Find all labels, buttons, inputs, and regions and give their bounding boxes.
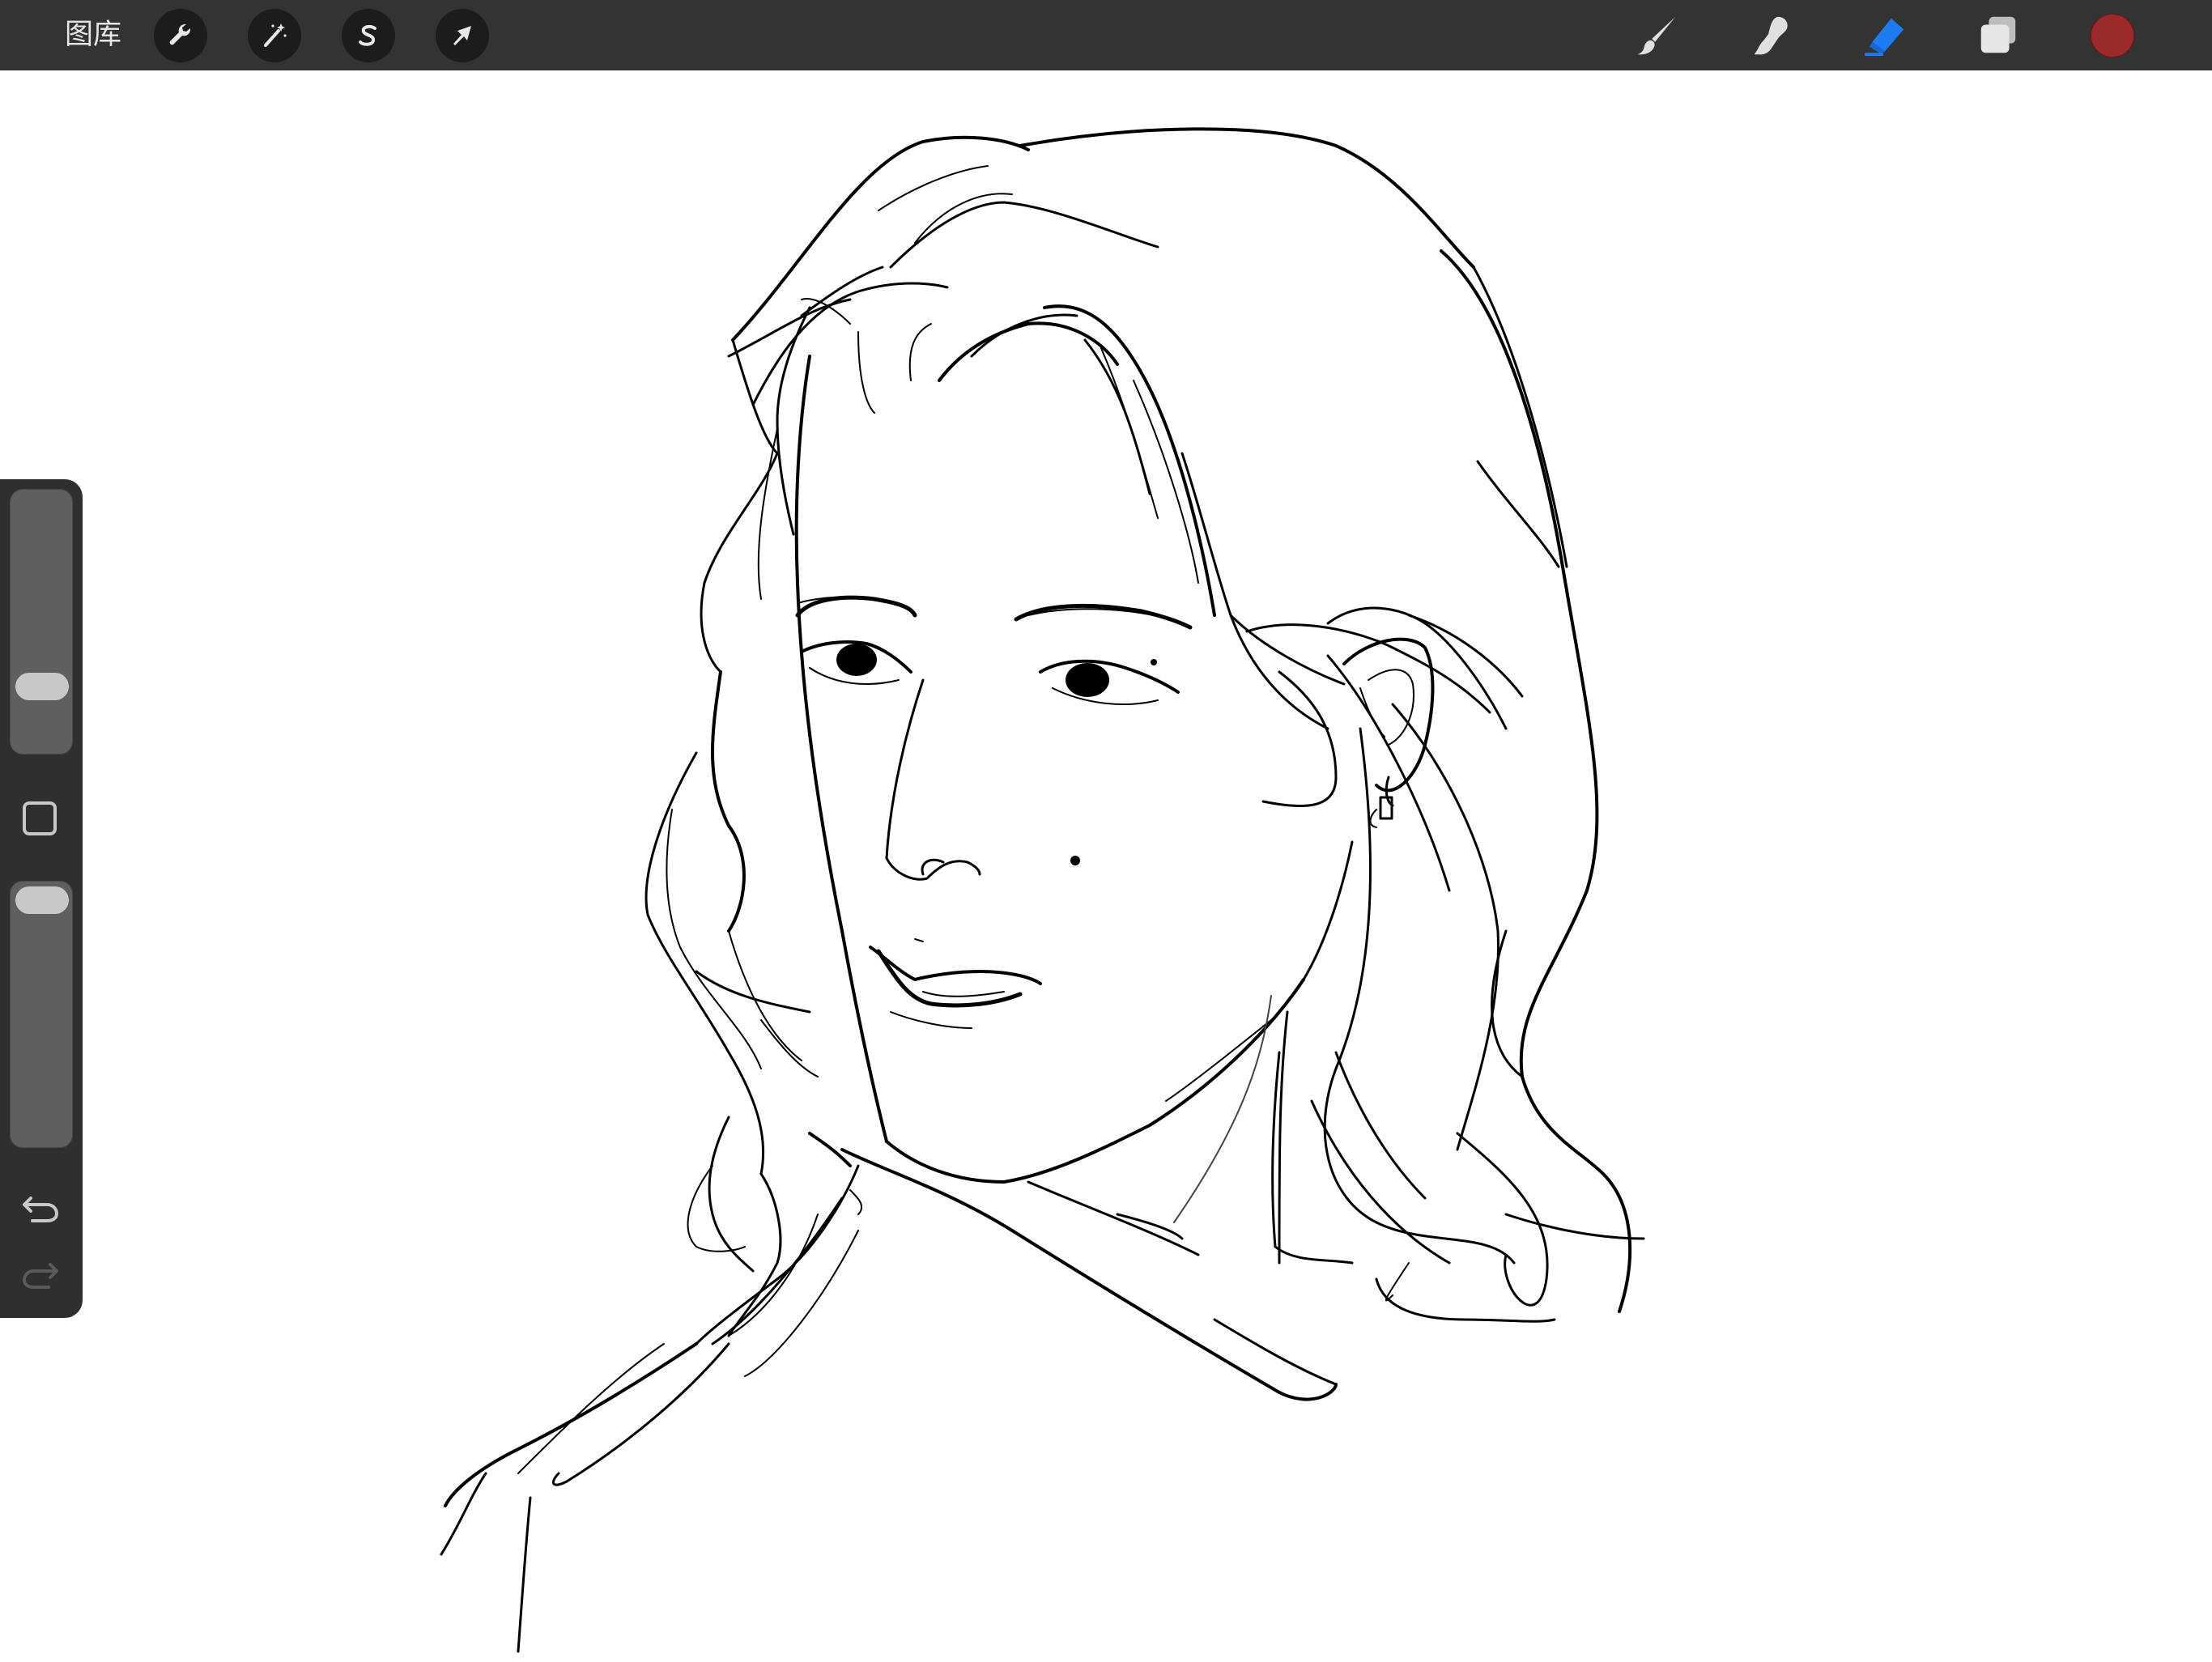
transform-arrow-icon <box>453 26 471 45</box>
adjustments-button[interactable] <box>248 9 301 62</box>
side-toolbar <box>0 479 83 1318</box>
brush-icon <box>1637 16 1676 55</box>
portrait-line-art <box>440 127 1645 1653</box>
undo-button[interactable] <box>19 1188 62 1224</box>
actions-button[interactable] <box>154 9 207 62</box>
eraser-tool-button[interactable] <box>1861 11 1909 60</box>
layers-icon <box>1980 16 2016 53</box>
brush-size-slider[interactable] <box>10 489 73 754</box>
color-picker-button[interactable] <box>2090 13 2135 58</box>
magic-wand-icon <box>264 23 287 47</box>
modify-button[interactable] <box>23 801 57 835</box>
transform-button[interactable] <box>436 9 489 62</box>
smudge-icon <box>1754 16 1788 55</box>
wrench-icon <box>169 23 191 45</box>
eraser-icon <box>1864 18 1904 57</box>
redo-icon <box>22 1263 58 1289</box>
brush-size-thumb[interactable] <box>15 672 69 700</box>
selection-button[interactable] <box>342 9 395 62</box>
gallery-button[interactable]: 图库 <box>65 16 121 53</box>
redo-button[interactable] <box>19 1255 62 1290</box>
opacity-thumb[interactable] <box>15 886 69 914</box>
drawing-canvas[interactable] <box>0 70 2212 1658</box>
layers-button[interactable] <box>1974 11 2023 60</box>
opacity-slider[interactable] <box>10 881 73 1148</box>
undo-icon <box>23 1197 59 1222</box>
top-toolbar: 图库 <box>0 0 2212 70</box>
selection-s-icon <box>359 24 376 46</box>
brush-tool-button[interactable] <box>1634 11 1682 60</box>
smudge-tool-button[interactable] <box>1747 11 1796 60</box>
